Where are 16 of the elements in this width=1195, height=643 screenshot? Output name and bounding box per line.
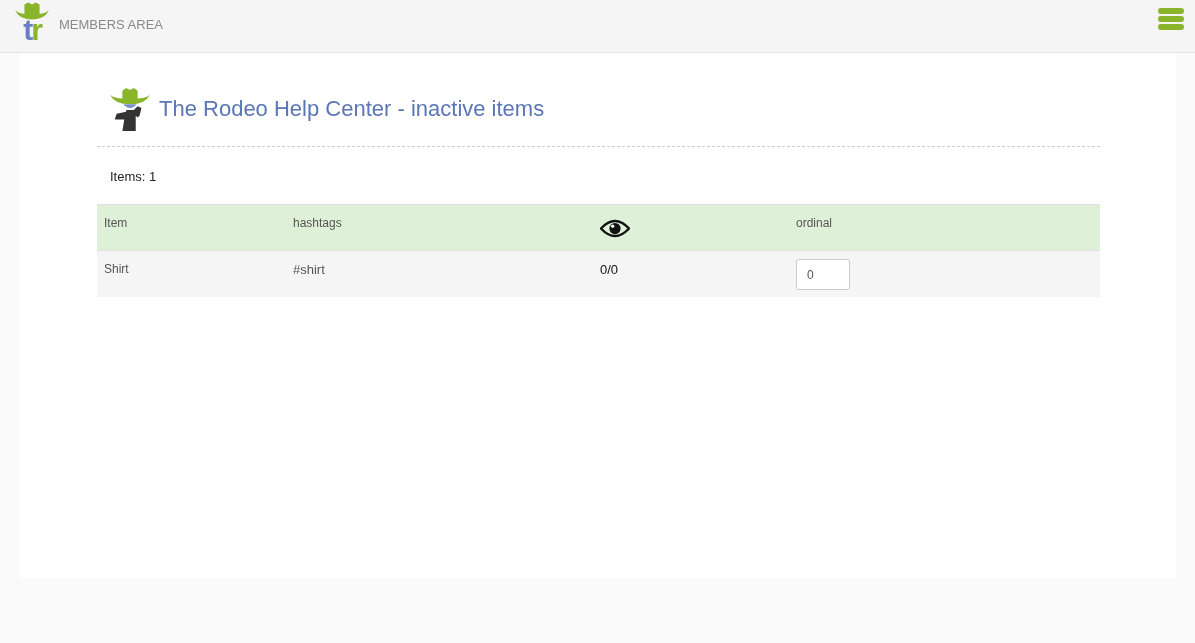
hashtag: #shirt (293, 262, 325, 277)
menu-icon (1157, 5, 1185, 33)
ordinal-input[interactable]: 0 (796, 259, 850, 290)
cowboy-mascot-icon (109, 86, 151, 132)
eye-icon (600, 219, 630, 238)
item-name: Shirt (104, 262, 129, 276)
hat-icon (15, 2, 49, 22)
column-header: ordinal (796, 216, 833, 230)
members-area-title: MEMBERS AREA (59, 16, 164, 32)
menu-button[interactable] (1157, 5, 1185, 33)
view-count: 0/0 (600, 262, 619, 277)
items-count: Items: 1 (109, 168, 158, 186)
column-header: hashtags (293, 216, 342, 230)
column-header: Item (104, 216, 128, 230)
logo[interactable]: tr (13, 0, 51, 50)
page-title: The Rodeo Help Center - inactive items (159, 96, 545, 122)
